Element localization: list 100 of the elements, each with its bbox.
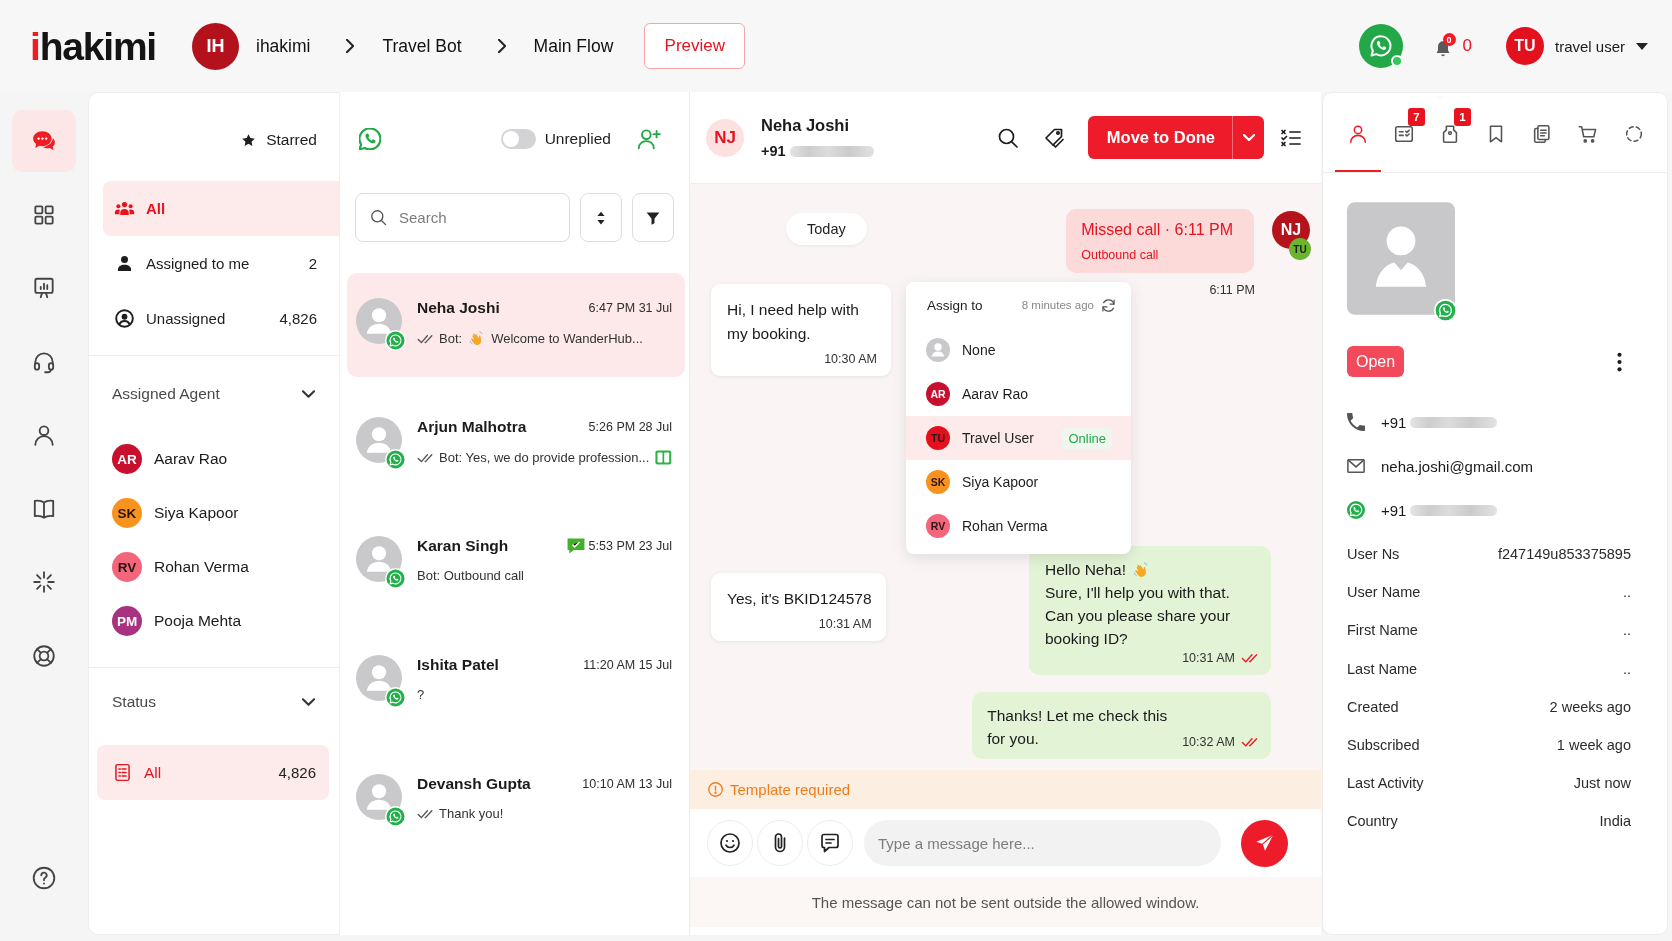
message-preview: Welcome to WanderHub... bbox=[491, 331, 643, 346]
assignee-option[interactable]: TU Travel User Online bbox=[906, 416, 1131, 460]
message-time: 6:47 PM 31 Jul bbox=[588, 301, 672, 315]
sidebar-nav-item[interactable] bbox=[12, 110, 76, 172]
field-label: Last Name bbox=[1347, 660, 1418, 677]
avatar-placeholder-icon bbox=[356, 536, 402, 582]
field-label: Last Activity bbox=[1347, 775, 1424, 792]
mail-icon bbox=[1347, 457, 1365, 475]
more-options-button[interactable] bbox=[1617, 351, 1622, 372]
message-time: 5:26 PM 28 Jul bbox=[588, 420, 672, 434]
status-filter-item[interactable]: All 4,826 bbox=[97, 745, 329, 800]
workspace-link[interactable]: ihakimi bbox=[256, 35, 311, 57]
preview-button[interactable]: Preview bbox=[644, 23, 746, 69]
agent-avatar: SK bbox=[926, 470, 950, 494]
move-to-done-button[interactable]: Move to Done bbox=[1087, 116, 1232, 159]
notifications-button[interactable]: 0 bbox=[1432, 33, 1458, 59]
whatsapp-icon bbox=[1347, 501, 1365, 519]
assignee-option[interactable]: SK Siya Kapoor bbox=[906, 460, 1131, 504]
window-notice: The message can not be sent outside the allowed window. bbox=[811, 893, 1200, 911]
greeting-text: Hello Neha! bbox=[1045, 560, 1126, 580]
assignee-option[interactable]: RV Rohan Verma bbox=[906, 504, 1131, 548]
inbox-view-item[interactable]: All bbox=[103, 181, 339, 236]
field-value: 2 weeks ago bbox=[1549, 698, 1631, 715]
message-preview: Thank you! bbox=[439, 806, 504, 821]
assignee-option[interactable]: None bbox=[906, 328, 1131, 372]
search-field[interactable]: Search bbox=[355, 193, 570, 242]
agent-filter-item[interactable]: PM Pooja Mehta bbox=[89, 594, 339, 648]
breadcrumb-link[interactable]: Travel Bot bbox=[382, 35, 462, 57]
ihakimi-logo: ihakimi bbox=[30, 26, 156, 66]
lifebuoy-icon bbox=[31, 642, 57, 669]
send-button[interactable] bbox=[1241, 819, 1288, 867]
whatsapp-button[interactable] bbox=[1358, 24, 1403, 68]
panel-tab[interactable]: 1 bbox=[1427, 93, 1473, 172]
conversation-item[interactable]: Karan Singh 5:53 PM 23 Jul Bot: Outbound call bbox=[347, 511, 685, 615]
field-label: User Ns bbox=[1347, 546, 1400, 563]
section-header[interactable]: Assigned Agent bbox=[89, 356, 339, 432]
field-label: Created bbox=[1347, 698, 1399, 715]
message-text: Sure, I'll help you with that. Can you please share your booking ID? bbox=[1045, 583, 1232, 649]
whatsapp-icon bbox=[385, 687, 406, 708]
message-time: 10:10 AM 13 Jul bbox=[582, 777, 672, 791]
agent-filter-item[interactable]: RV Rohan Verma bbox=[89, 540, 339, 594]
agent-avatar: TU bbox=[926, 426, 950, 450]
tab-count: 1 bbox=[1454, 108, 1471, 126]
menu-title: Assign to bbox=[927, 297, 983, 313]
whatsapp-icon bbox=[385, 806, 406, 827]
assignee-option[interactable]: AR Aarav Rao bbox=[906, 372, 1131, 416]
whatsapp-icon bbox=[385, 449, 406, 470]
inbox-view-item[interactable]: Assigned to me 2 bbox=[103, 236, 339, 291]
caret-down-icon bbox=[1636, 42, 1648, 50]
agent-filter-item[interactable]: SK Siya Kapoor bbox=[89, 486, 339, 540]
view-count: 2 bbox=[308, 255, 317, 272]
tab-count: 7 bbox=[1408, 108, 1425, 126]
field-label: User Name bbox=[1347, 584, 1421, 601]
add-contact-button[interactable] bbox=[636, 126, 662, 152]
field-label: First Name bbox=[1347, 622, 1418, 639]
more-actions-button[interactable] bbox=[1232, 116, 1264, 159]
conversation-item[interactable]: Neha Joshi 6:47 PM 31 Jul Bot: Welcome to WanderHub... bbox=[347, 273, 685, 377]
agent-avatar: PM bbox=[112, 606, 142, 636]
avatar-placeholder-icon bbox=[356, 655, 402, 701]
message-text: Thanks! Let me check this for you. bbox=[987, 706, 1169, 749]
avatar-placeholder-icon bbox=[926, 338, 950, 362]
unreplied-toggle[interactable] bbox=[500, 129, 536, 149]
message-time: 10:31 AM bbox=[1182, 650, 1235, 666]
contact-name: Devansh Gupta bbox=[417, 775, 531, 793]
starred-filter[interactable]: Starred bbox=[240, 131, 317, 149]
filter-button[interactable] bbox=[632, 193, 674, 242]
message-time: 10:31 AM bbox=[817, 617, 872, 631]
user-menu-button[interactable]: TU travel user bbox=[1505, 27, 1648, 65]
agent-filter-item[interactable]: AR Aarav Rao bbox=[89, 432, 339, 486]
message-time: 6:11 PM bbox=[1209, 283, 1255, 297]
conversation-item[interactable]: Devansh Gupta 10:10 AM 13 Jul Thank you! bbox=[347, 749, 685, 853]
conversation-item[interactable]: Ishita Patel 11:20 AM 15 Jul ? bbox=[347, 630, 685, 734]
refresh-icon[interactable] bbox=[1102, 298, 1115, 312]
user-icon bbox=[31, 422, 57, 448]
field-value: f247149u853375895 bbox=[1497, 546, 1631, 563]
whatsapp-icon bbox=[385, 568, 406, 589]
toggle-label: Unreplied bbox=[544, 130, 611, 148]
email-address: neha.joshi@gmail.com bbox=[1381, 457, 1533, 475]
field-label: Subscribed bbox=[1347, 737, 1420, 754]
message-input[interactable]: Type a message here... bbox=[864, 820, 1221, 866]
help-button[interactable] bbox=[31, 865, 57, 891]
field-value: Just now bbox=[1573, 775, 1631, 792]
agent-avatar: SK bbox=[112, 498, 142, 528]
updated-time: 8 minutes ago bbox=[1021, 299, 1094, 311]
breadcrumb-link[interactable]: Main Flow bbox=[533, 35, 614, 57]
warning-icon bbox=[708, 782, 723, 797]
conversation-item[interactable]: Arjun Malhotra 5:26 PM 28 Jul Bot: Yes, we do provide profession... bbox=[347, 392, 685, 496]
field-value: .. bbox=[1622, 622, 1631, 639]
conversation-status[interactable]: Open bbox=[1347, 346, 1405, 377]
user-avatar: TU bbox=[1505, 27, 1544, 65]
section-header[interactable]: Status bbox=[89, 659, 339, 745]
field-value: .. bbox=[1622, 660, 1631, 677]
panel-tab[interactable]: 7 bbox=[1381, 93, 1427, 172]
workspace-avatar: IH bbox=[192, 22, 239, 70]
whatsapp-icon bbox=[359, 128, 381, 150]
contact-name: Neha Joshi bbox=[761, 116, 851, 135]
message-preview: Bot: Outbound call bbox=[417, 568, 524, 583]
inbox-view-item[interactable]: Unassigned 4,826 bbox=[103, 291, 339, 346]
chevron-right-icon bbox=[346, 39, 355, 53]
phone-icon bbox=[1347, 413, 1365, 431]
